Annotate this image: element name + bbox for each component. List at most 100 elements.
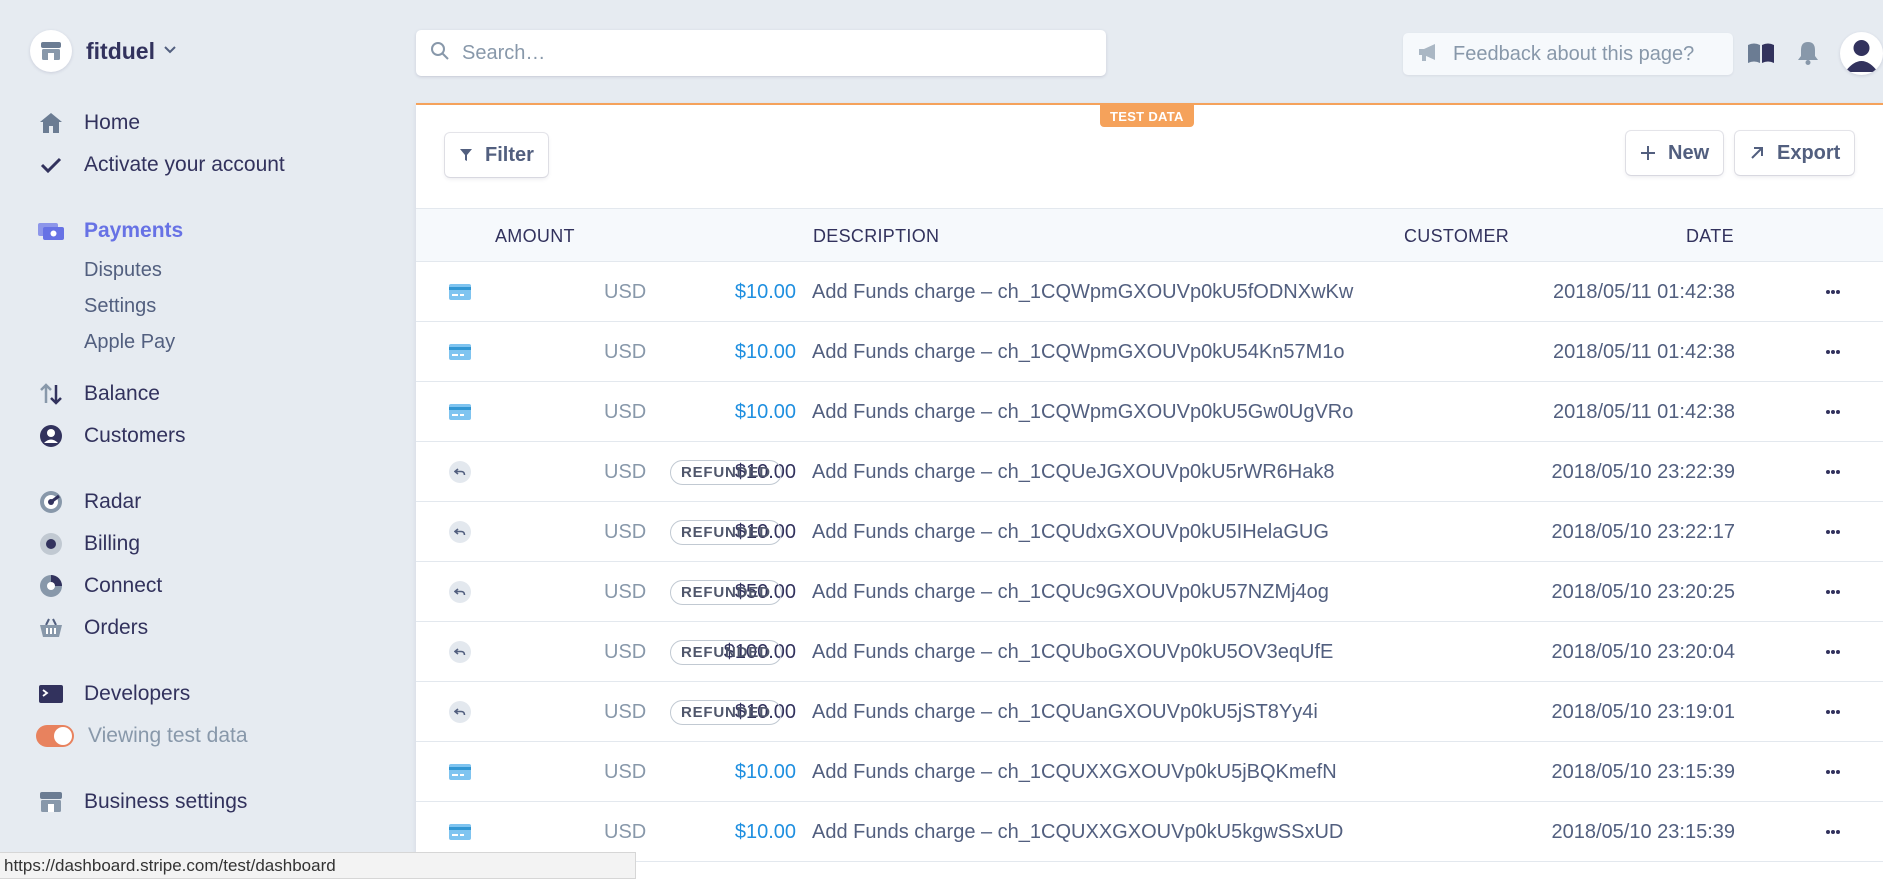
test-data-toggle[interactable]: Viewing test data <box>36 721 248 751</box>
megaphone-icon <box>1417 42 1441 67</box>
payments-icon <box>36 216 66 246</box>
export-button[interactable]: Export <box>1735 131 1855 175</box>
row-amount: $10.00 <box>734 820 796 843</box>
account-switcher[interactable]: fitduel <box>30 30 177 72</box>
avatar[interactable] <box>1840 32 1883 75</box>
header-date[interactable]: DATE <box>1686 226 1734 247</box>
table-row[interactable]: $10.00 USD Add Funds charge – ch_1CQWpmG… <box>416 382 1883 442</box>
connect-icon <box>36 571 66 601</box>
more-actions-icon[interactable] <box>1818 322 1848 382</box>
table-row[interactable]: $10.00 USD Add Funds charge – ch_1CQUXXG… <box>416 742 1883 802</box>
nav-developers-label: Developers <box>84 682 191 705</box>
nav-home[interactable]: Home <box>36 108 140 138</box>
nav-developers[interactable]: Developers <box>36 679 190 709</box>
nav-orders-label: Orders <box>84 616 149 639</box>
filter-icon <box>459 148 473 162</box>
more-actions-icon[interactable] <box>1818 502 1848 562</box>
card-icon <box>446 322 474 382</box>
toggle-switch[interactable] <box>36 721 74 751</box>
store-icon <box>36 787 66 817</box>
nav-business-settings[interactable]: Business settings <box>36 787 247 817</box>
nav-customers[interactable]: Customers <box>36 421 186 451</box>
more-actions-icon[interactable] <box>1818 382 1848 442</box>
search-bar[interactable] <box>416 30 1106 76</box>
bell-icon[interactable] <box>1793 38 1823 68</box>
billing-icon <box>36 529 66 559</box>
terminal-icon <box>36 679 66 709</box>
card-icon <box>446 262 474 322</box>
row-description: Add Funds charge – ch_1CQUXXGXOUVp0kU5jB… <box>812 760 1337 783</box>
more-actions-icon[interactable] <box>1818 802 1848 862</box>
search-input[interactable] <box>462 41 1062 65</box>
nav-billing[interactable]: Billing <box>36 529 140 559</box>
table-row[interactable]: $100.00 USD REFUNDED Add Funds charge – … <box>416 622 1883 682</box>
more-actions-icon[interactable] <box>1818 622 1848 682</box>
refund-icon <box>446 562 474 622</box>
feedback-placeholder: Feedback about this page? <box>1453 42 1695 65</box>
nav-payments[interactable]: Payments <box>36 216 183 246</box>
more-actions-icon[interactable] <box>1818 682 1848 742</box>
header-description[interactable]: DESCRIPTION <box>813 226 939 247</box>
row-currency: USD <box>604 700 647 723</box>
header-customer[interactable]: CUSTOMER <box>1404 226 1509 247</box>
export-button-label: Export <box>1777 141 1841 164</box>
row-description: Add Funds charge – ch_1CQWpmGXOUVp0kU54K… <box>812 340 1345 363</box>
balance-icon <box>36 379 66 409</box>
feedback-input[interactable]: Feedback about this page? <box>1403 33 1733 75</box>
status-badge: REFUNDED <box>670 459 782 485</box>
more-actions-icon[interactable] <box>1818 562 1848 622</box>
subnav-settings[interactable]: Settings <box>84 295 156 318</box>
row-description: Add Funds charge – ch_1CQUeJGXOUVp0kU5rW… <box>812 460 1335 483</box>
sidebar: fitduel Home Activate your account Payme… <box>0 0 415 879</box>
header-amount[interactable]: AMOUNT <box>495 226 575 247</box>
more-actions-icon[interactable] <box>1818 742 1848 802</box>
row-date: 2018/05/11 01:42:38 <box>1552 280 1735 303</box>
nav-activate[interactable]: Activate your account <box>36 150 285 180</box>
row-description: Add Funds charge – ch_1CQUdxGXOUVp0kU5IH… <box>812 520 1329 543</box>
payments-table: $10.00 USD Add Funds charge – ch_1CQWpmG… <box>416 262 1883 862</box>
status-badge: REFUNDED <box>670 579 782 605</box>
nav-balance[interactable]: Balance <box>36 379 160 409</box>
nav-connect[interactable]: Connect <box>36 571 162 601</box>
test-data-badge: TEST DATA <box>1100 105 1194 127</box>
basket-icon <box>36 613 66 643</box>
table-row[interactable]: $10.00 USD REFUNDED Add Funds charge – c… <box>416 682 1883 742</box>
table-row[interactable]: $50.00 USD REFUNDED Add Funds charge – c… <box>416 562 1883 622</box>
nav-connect-label: Connect <box>84 574 163 597</box>
store-icon <box>30 30 72 72</box>
row-description: Add Funds charge – ch_1CQUboGXOUVp0kU5OV… <box>812 640 1334 663</box>
search-icon <box>430 41 450 66</box>
nav-radar[interactable]: Radar <box>36 487 141 517</box>
table-row[interactable]: $10.00 USD REFUNDED Add Funds charge – c… <box>416 442 1883 502</box>
payments-panel: TEST DATA Filter New Export AMOUNT DESCR… <box>416 103 1883 879</box>
docs-book-icon[interactable] <box>1746 38 1776 68</box>
row-currency: USD <box>604 460 647 483</box>
status-badge: REFUNDED <box>670 519 782 545</box>
row-description: Add Funds charge – ch_1CQUanGXOUVp0kU5jS… <box>812 700 1318 723</box>
home-icon <box>36 108 66 138</box>
row-date: 2018/05/10 23:19:01 <box>1551 700 1735 723</box>
nav-orders[interactable]: Orders <box>36 613 148 643</box>
refund-icon <box>446 622 474 682</box>
row-date: 2018/05/11 01:42:38 <box>1552 400 1735 423</box>
table-row[interactable]: $10.00 USD Add Funds charge – ch_1CQWpmG… <box>416 262 1883 322</box>
table-header: AMOUNT DESCRIPTION CUSTOMER DATE <box>416 208 1883 262</box>
customer-icon <box>36 421 66 451</box>
new-button[interactable]: New <box>1626 131 1724 175</box>
subnav-disputes[interactable]: Disputes <box>84 259 162 282</box>
filter-button[interactable]: Filter <box>445 133 548 177</box>
nav-payments-label: Payments <box>84 219 184 242</box>
more-actions-icon[interactable] <box>1818 442 1848 502</box>
row-currency: USD <box>604 280 647 303</box>
row-amount: $10.00 <box>734 280 796 303</box>
more-actions-icon[interactable] <box>1818 262 1848 322</box>
row-description: Add Funds charge – ch_1CQUc9GXOUVp0kU57N… <box>812 580 1329 603</box>
row-date: 2018/05/10 23:20:25 <box>1551 580 1735 603</box>
row-date: 2018/05/10 23:20:04 <box>1551 640 1735 663</box>
table-row[interactable]: $10.00 USD REFUNDED Add Funds charge – c… <box>416 502 1883 562</box>
table-row[interactable]: $10.00 USD Add Funds charge – ch_1CQUXXG… <box>416 802 1883 862</box>
table-row[interactable]: $10.00 USD Add Funds charge – ch_1CQWpmG… <box>416 322 1883 382</box>
account-name: fitduel <box>86 37 155 64</box>
radar-icon <box>36 487 66 517</box>
subnav-apple-pay[interactable]: Apple Pay <box>84 331 175 354</box>
